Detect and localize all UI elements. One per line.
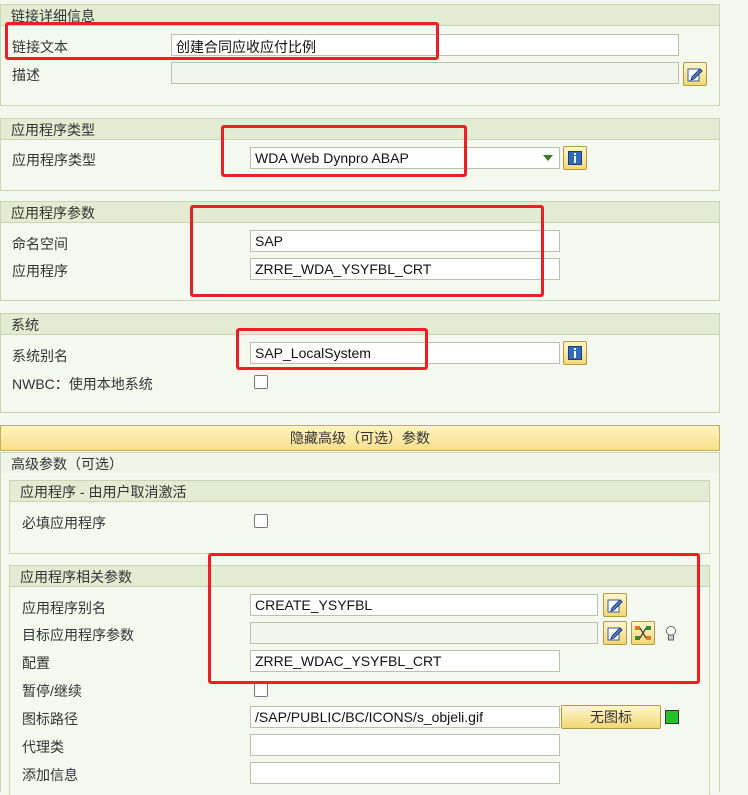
related-params-title: 应用程序相关参数 bbox=[20, 569, 132, 585]
proxy-class-label: 代理类 bbox=[22, 739, 64, 755]
mandatory-app-checkbox[interactable] bbox=[254, 514, 268, 528]
add-info-field[interactable] bbox=[250, 762, 560, 784]
suspend-resume-label: 暂停/继续 bbox=[22, 683, 82, 699]
link-text-field[interactable]: 创建合同应收应付比例 bbox=[171, 34, 679, 56]
icon-path-field[interactable]: /SAP/PUBLIC/BC/ICONS/s_objeli.gif bbox=[250, 706, 560, 728]
deactivate-subpanel: 应用程序 - 由用户取消激活 bbox=[9, 480, 710, 554]
system-title: 系统 bbox=[11, 317, 39, 333]
target-params-label: 目标应用程序参数 bbox=[22, 627, 134, 643]
related-params-header: 应用程序相关参数 bbox=[10, 566, 709, 587]
app-type-title: 应用程序类型 bbox=[11, 122, 95, 138]
lightbulb-icon bbox=[666, 626, 676, 641]
proxy-class-field[interactable] bbox=[250, 734, 560, 756]
app-type-selected: WDA Web Dynpro ABAP bbox=[255, 150, 409, 166]
application-label: 应用程序 bbox=[12, 263, 68, 279]
target-params-field[interactable] bbox=[250, 622, 598, 644]
app-params-header: 应用程序参数 bbox=[1, 202, 719, 223]
system-alias-info-button[interactable] bbox=[563, 341, 587, 365]
link-details-header: 链接详细信息 bbox=[1, 5, 719, 26]
system-alias-field[interactable]: SAP_LocalSystem bbox=[250, 342, 560, 364]
add-info-label: 添加信息 bbox=[22, 767, 78, 783]
link-details-title: 链接详细信息 bbox=[11, 8, 95, 24]
app-params-title: 应用程序参数 bbox=[11, 205, 95, 221]
edit-description-button[interactable] bbox=[683, 62, 707, 86]
hide-advanced-toggle[interactable]: 隐藏高级（可选）参数 bbox=[0, 425, 720, 451]
edit-icon bbox=[687, 68, 703, 82]
edit-icon bbox=[607, 599, 623, 613]
nwbc-label: NWBC：使用本地系统 bbox=[12, 376, 153, 392]
nwbc-checkbox[interactable] bbox=[254, 375, 268, 389]
advanced-header: 高级参数（可选） bbox=[1, 453, 719, 473]
info-icon bbox=[568, 346, 582, 360]
chevron-down-icon bbox=[543, 155, 553, 161]
no-icon-button[interactable]: 无图标 bbox=[561, 705, 661, 729]
link-text-label: 链接文本 bbox=[12, 39, 68, 55]
info-icon bbox=[568, 151, 582, 165]
system-alias-label: 系统别名 bbox=[12, 348, 68, 364]
app-type-label: 应用程序类型 bbox=[12, 152, 96, 168]
application-field[interactable]: ZRRE_WDA_YSYFBL_CRT bbox=[250, 258, 560, 280]
namespace-label: 命名空间 bbox=[12, 236, 68, 252]
namespace-field[interactable]: SAP bbox=[250, 230, 560, 252]
description-label: 描述 bbox=[12, 67, 40, 83]
mandatory-app-label: 必填应用程序 bbox=[22, 515, 106, 531]
parameter-mapping-icon bbox=[635, 626, 651, 640]
deactivate-header: 应用程序 - 由用户取消激活 bbox=[10, 481, 709, 502]
icon-path-label: 图标路径 bbox=[22, 711, 78, 727]
suspend-resume-checkbox[interactable] bbox=[254, 683, 268, 697]
config-label: 配置 bbox=[22, 655, 50, 671]
app-type-header: 应用程序类型 bbox=[1, 119, 719, 140]
system-header: 系统 bbox=[1, 314, 719, 335]
edit-icon bbox=[607, 627, 623, 641]
config-field[interactable]: ZRRE_WDAC_YSYFBL_CRT bbox=[250, 650, 560, 672]
app-alias-label: 应用程序别名 bbox=[22, 600, 106, 616]
app-alias-field[interactable]: CREATE_YSYFBL bbox=[250, 594, 598, 616]
parameter-mapping-button[interactable] bbox=[631, 621, 655, 645]
description-field[interactable] bbox=[171, 62, 679, 84]
edit-target-params-button[interactable] bbox=[603, 621, 627, 645]
deactivate-title: 应用程序 - 由用户取消激活 bbox=[20, 484, 187, 500]
status-green-indicator bbox=[665, 710, 679, 724]
app-type-info-button[interactable] bbox=[563, 146, 587, 170]
edit-alias-button[interactable] bbox=[603, 593, 627, 617]
app-type-select[interactable]: WDA Web Dynpro ABAP bbox=[250, 147, 560, 169]
advanced-title: 高级参数（可选） bbox=[11, 456, 123, 472]
